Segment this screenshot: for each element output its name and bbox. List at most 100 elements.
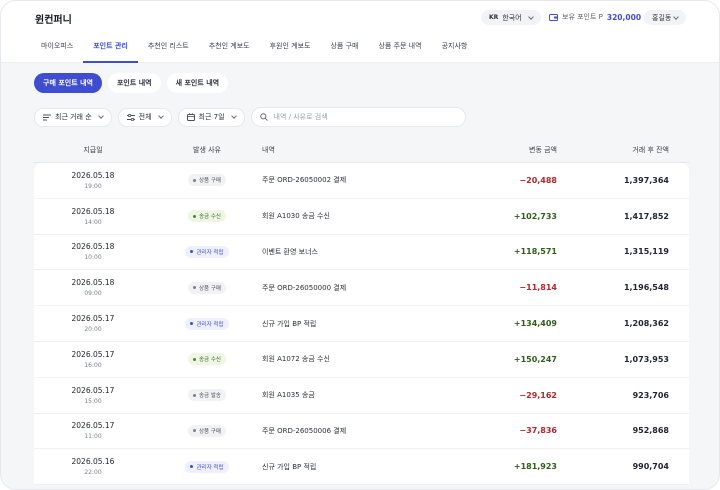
user-menu[interactable]: 홍길동 — [644, 10, 687, 25]
tab-point-history[interactable]: 포인트 내역 — [107, 73, 161, 93]
status-dot-icon — [193, 178, 196, 182]
status-dot-icon — [190, 465, 194, 469]
status-dot-icon — [193, 286, 196, 290]
language-label: 한국어 — [502, 13, 522, 22]
table-row[interactable]: 2026.05.18 10:00 관리자 적립 이벤트 환영 보너스 +118,571 1… — [34, 235, 689, 271]
description-cell: 신규 가입 BP 적립 — [262, 462, 317, 471]
status-dot-icon — [190, 250, 194, 254]
table-row[interactable]: 2026.05.17 20:00 관리자 적립 신규 가입 BP 적립 +134,409… — [34, 306, 689, 342]
nav-item-point-management[interactable]: 포인트 관리 — [83, 37, 138, 63]
tab-purchase-points[interactable]: 구매 포인트 내역 — [34, 73, 102, 93]
amount-cell: −11,814 — [519, 283, 557, 293]
table-row[interactable]: 2026.05.17 16:00 송금 수신 회원 A1072 송금 수신 +150,2… — [34, 342, 689, 378]
description-cell: 회원 A1030 송금 수신 — [262, 212, 330, 221]
chevron-down-icon — [673, 13, 680, 20]
table-row[interactable]: 2026.05.17 15:00 송금 발송 회원 A1035 송금 −29,162 92… — [34, 378, 689, 414]
main-nav: 마이오피스 포인트 관리 추천인 리스트 추천인 계보도 후원인 계보도 상품 … — [31, 37, 477, 63]
balance-cell: 1,073,953 — [623, 354, 669, 364]
date-cell: 2026.05.18 10:00 — [34, 242, 152, 261]
reason-cell: 송금 발송 — [152, 389, 262, 402]
time-text: 19:00 — [84, 182, 102, 190]
search-box[interactable] — [250, 107, 466, 127]
table-row[interactable]: 2026.05.16 22:00 관리자 적립 신규 가입 BP 적립 +181,923… — [34, 449, 689, 486]
reason-text: 관리자 적립 — [196, 464, 224, 471]
search-input[interactable] — [273, 113, 454, 121]
table-body: 2026.05.18 19:00 상품 구매 주문 ORD-26050002 결제 −2… — [34, 163, 689, 486]
date-cell: 2026.05.18 19:00 — [34, 171, 152, 190]
balance-cell: 1,208,362 — [623, 319, 669, 329]
reason-cell: 관리자 적립 — [152, 245, 262, 258]
chevron-down-icon — [230, 113, 237, 119]
balance-cell: 952,868 — [632, 426, 669, 436]
column-header-date: 지급일 — [83, 146, 103, 154]
balance-cell: 990,704 — [632, 462, 669, 472]
wallet-icon — [549, 14, 558, 21]
reason-text: 송금 수신 — [199, 357, 221, 364]
nav-item-referral-list[interactable]: 추천인 리스트 — [138, 37, 199, 63]
period-dropdown[interactable]: 최근 7일 — [177, 107, 245, 127]
reason-cell: 관리자 적립 — [152, 460, 262, 473]
reason-badge: 송금 발송 — [188, 389, 226, 402]
description-cell: 주문 ORD-26050002 결제 — [262, 176, 347, 185]
nav-item-sponsor-tree[interactable]: 후원인 계보도 — [260, 37, 321, 63]
reason-badge: 송금 수신 — [188, 353, 226, 366]
table-row[interactable]: 2026.05.18 19:00 상품 구매 주문 ORD-26050002 결제 −2… — [34, 163, 689, 199]
status-dot-icon — [190, 322, 194, 326]
amount-cell: +181,923 — [513, 462, 557, 472]
description-cell: 주문 ORD-26050006 결제 — [262, 426, 347, 435]
time-text: 20:00 — [84, 326, 102, 334]
type-dropdown[interactable]: 전체 — [117, 107, 172, 127]
table-row[interactable]: 2026.05.18 09:00 상품 구매 주문 ORD-26050000 결제 −1… — [34, 270, 689, 307]
table-row[interactable]: 2026.05.18 14:00 송금 수신 회원 A1030 송금 수신 +102,7… — [34, 199, 689, 235]
column-header-balance: 거래 후 잔액 — [632, 146, 669, 154]
status-dot-icon — [193, 429, 196, 433]
calendar-icon — [186, 113, 195, 121]
sort-icon — [43, 114, 51, 120]
nav-item-order-history[interactable]: 상품 주문 내역 — [368, 37, 431, 63]
search-icon — [259, 113, 268, 121]
balance-cell: 1,315,119 — [623, 247, 669, 257]
time-text: 15:00 — [84, 397, 102, 405]
time-text: 22:00 — [84, 469, 102, 477]
language-code: KR — [489, 14, 499, 21]
status-dot-icon — [193, 214, 196, 218]
date-text: 2026.05.18 — [71, 170, 115, 180]
column-header-desc: 내역 — [262, 146, 275, 154]
reason-text: 상품 구매 — [199, 428, 221, 435]
status-dot-icon — [193, 393, 196, 397]
amount-cell: +134,409 — [513, 319, 557, 329]
sort-dropdown[interactable]: 최근 거래 순 — [34, 107, 112, 127]
filter-bar: 최근 거래 순 전체 최근 7일 — [34, 107, 466, 127]
column-header-amount: 변동 금액 — [529, 146, 557, 154]
chevron-down-icon — [157, 113, 164, 119]
reason-badge: 상품 구매 — [188, 174, 226, 187]
reason-cell: 송금 수신 — [152, 353, 262, 366]
brand-logo[interactable]: 윈컨퍼니 — [35, 11, 72, 26]
date-cell: 2026.05.17 15:00 — [34, 386, 152, 405]
balance-cell: 1,196,548 — [623, 283, 669, 293]
nav-item-notices[interactable]: 공지사항 — [432, 37, 478, 63]
time-text: 16:00 — [84, 361, 102, 369]
balance-cell: 1,417,852 — [623, 211, 669, 221]
reason-text: 관리자 적립 — [196, 249, 224, 256]
nav-item-myoffice[interactable]: 마이오피스 — [31, 37, 83, 63]
reason-text: 상품 구매 — [199, 285, 221, 292]
point-balance: 보유 포인트 P 320,000 — [549, 12, 641, 22]
date-text: 2026.05.17 — [71, 314, 115, 324]
reason-cell: 상품 구매 — [152, 174, 262, 187]
table-row[interactable]: 2026.05.17 11:00 상품 구매 주문 ORD-26050006 결제 −3… — [34, 414, 689, 450]
date-cell: 2026.05.17 20:00 — [34, 314, 152, 333]
status-dot-icon — [193, 357, 196, 361]
balance-cell: 1,397,364 — [623, 175, 669, 185]
chevron-down-icon — [97, 113, 104, 119]
date-cell: 2026.05.17 11:00 — [34, 421, 152, 440]
tab-new-point-history[interactable]: 새 포인트 내역 — [166, 73, 229, 93]
language-selector[interactable]: KR 한국어 — [481, 10, 541, 25]
description-cell: 신규 가입 BP 적립 — [262, 319, 317, 328]
nav-item-referral-tree[interactable]: 추천인 계보도 — [199, 37, 260, 63]
date-text: 2026.05.16 — [71, 457, 115, 467]
amount-cell: −37,836 — [519, 426, 557, 436]
nav-item-product-purchase[interactable]: 상품 구매 — [320, 37, 368, 63]
reason-cell: 상품 구매 — [152, 424, 262, 437]
sort-label: 최근 거래 순 — [55, 113, 92, 121]
